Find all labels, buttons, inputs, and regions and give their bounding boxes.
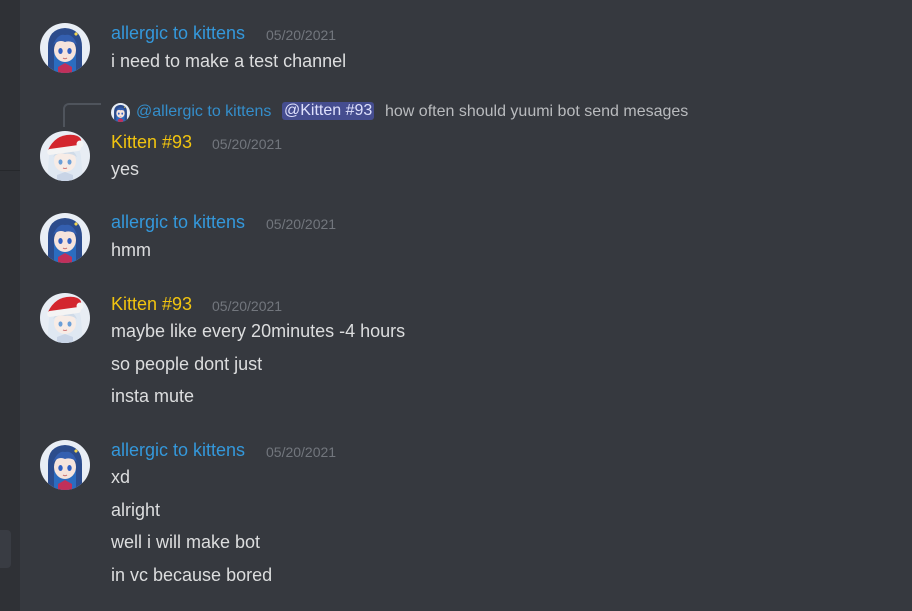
anime-girl-santa-hat-avatar-icon[interactable] xyxy=(40,293,90,343)
timestamp: 05/20/2021 xyxy=(212,136,283,152)
anime-girl-blue-hair-avatar-icon[interactable] xyxy=(40,213,90,263)
message-text: alright xyxy=(111,500,161,520)
message-text: insta mute xyxy=(111,386,195,406)
sidebar-selected-item[interactable] xyxy=(0,530,11,568)
message-text: yes xyxy=(111,159,140,179)
username[interactable]: allergic to kittens xyxy=(111,23,245,44)
timestamp: 05/20/2021 xyxy=(266,27,337,43)
username[interactable]: Kitten #93 xyxy=(111,294,192,315)
username[interactable]: Kitten #93 xyxy=(111,132,192,153)
sidebar-divider xyxy=(0,170,20,171)
anime-girl-blue-hair-avatar-icon[interactable] xyxy=(40,440,90,490)
message-text: well i will make bot xyxy=(111,532,261,552)
timestamp: 05/20/2021 xyxy=(212,298,283,314)
username[interactable]: allergic to kittens xyxy=(111,440,245,461)
reply-connector xyxy=(63,103,101,127)
anime-girl-blue-hair-avatar-icon xyxy=(111,103,130,122)
message-text: maybe like every 20minutes -4 hours xyxy=(111,321,406,341)
reply-preview-text[interactable]: how often should yuumi bot send mesages xyxy=(385,103,688,121)
reply-author[interactable]: @allergic to kittens xyxy=(136,103,271,121)
username[interactable]: allergic to kittens xyxy=(111,212,245,233)
anime-girl-santa-hat-avatar-icon[interactable] xyxy=(40,131,90,181)
message-text: in vc because bored xyxy=(111,565,273,585)
message-text: xd xyxy=(111,467,131,487)
timestamp: 05/20/2021 xyxy=(266,216,337,232)
message-text: so people dont just xyxy=(111,354,263,374)
reply-mention[interactable]: @Kitten #93 xyxy=(282,102,375,120)
server-sidebar-edge xyxy=(0,0,20,611)
message-text: i need to make a test channel xyxy=(111,51,347,71)
anime-girl-blue-hair-avatar-icon[interactable] xyxy=(40,23,90,73)
message-text: hmm xyxy=(111,240,151,260)
timestamp: 05/20/2021 xyxy=(266,444,337,460)
chat-messages: allergic to kittens 05/20/2021 i need to… xyxy=(20,0,912,611)
